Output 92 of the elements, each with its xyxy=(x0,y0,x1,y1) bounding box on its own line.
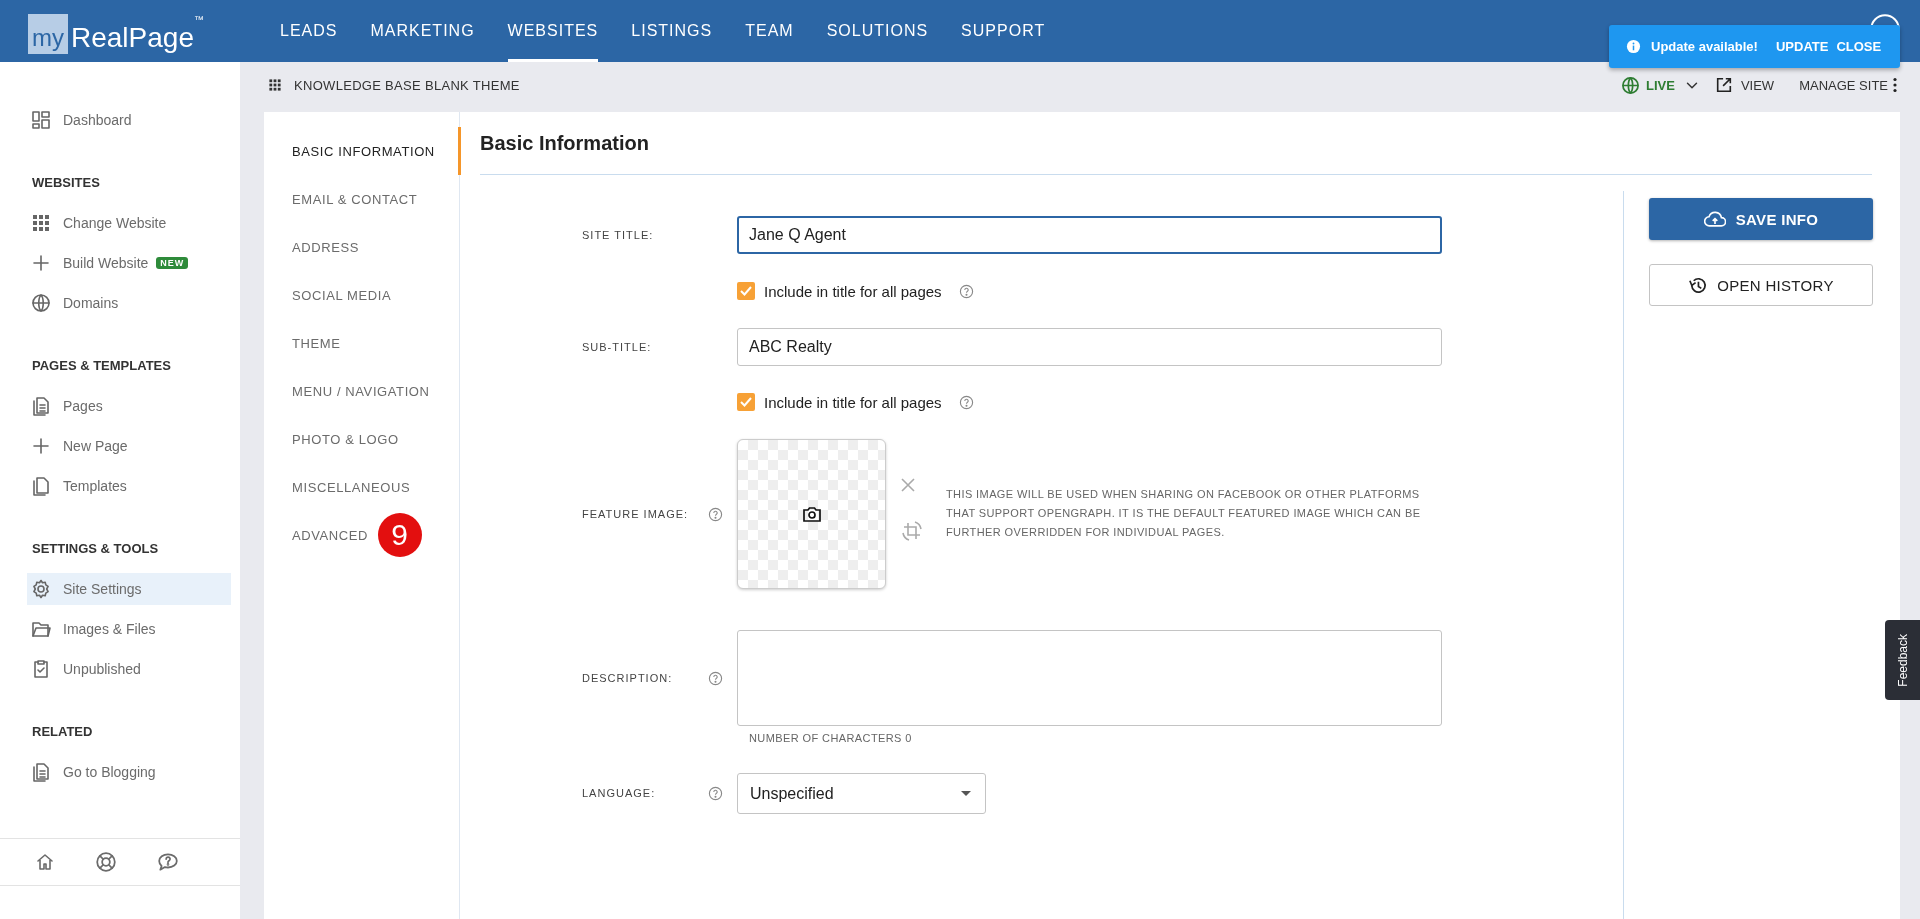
history-button[interactable]: OPEN HISTORY xyxy=(1649,264,1873,306)
grid-icon[interactable] xyxy=(268,78,282,92)
manage-site-menu[interactable]: MANAGE SITE xyxy=(1799,77,1888,93)
cloud-upload-icon xyxy=(1703,210,1726,228)
step-number-badge: 9 xyxy=(378,513,422,557)
help-icon[interactable] xyxy=(708,786,723,801)
sidebar-item[interactable]: Dashboard xyxy=(27,104,231,136)
chat-help-icon[interactable] xyxy=(157,851,179,873)
section-title: Basic Information xyxy=(480,112,1872,175)
nav-tab[interactable]: SOLUTIONS xyxy=(826,0,929,62)
checkbox-label: Include in title for all pages xyxy=(764,393,942,411)
info-icon xyxy=(1626,39,1641,54)
plus-icon xyxy=(31,436,51,456)
live-status[interactable]: LIVE xyxy=(1646,77,1675,93)
nav-tab[interactable]: TEAM xyxy=(745,0,794,62)
plus-icon xyxy=(31,253,51,273)
save-button[interactable]: SAVE INFO xyxy=(1649,198,1873,240)
notification-link[interactable]: CLOSE xyxy=(1836,39,1882,54)
sidebar-item[interactable]: Unpublished xyxy=(27,653,231,685)
clipboard-check-icon xyxy=(31,659,51,679)
notification-link[interactable]: UPDATE xyxy=(1775,39,1829,54)
home-icon[interactable] xyxy=(35,852,55,872)
section-heading: WEBSITES xyxy=(32,174,101,192)
trademark-mark: ™ xyxy=(194,14,204,25)
nav-tab[interactable]: WEBSITES xyxy=(507,0,599,62)
section-heading: PAGES & TEMPLATES xyxy=(32,357,172,375)
nav-tab[interactable]: LEADS xyxy=(280,0,338,62)
sidebar-item[interactable]: New Page xyxy=(27,430,231,462)
sidebar-item[interactable]: Pages xyxy=(27,390,231,422)
settings-nav-item[interactable]: MISCELLANEOUS xyxy=(264,463,461,511)
camera-icon xyxy=(801,504,822,524)
nav-tab[interactable]: LISTINGS xyxy=(631,0,713,62)
help-icon[interactable] xyxy=(708,506,723,522)
settings-nav-item[interactable]: ADDRESS xyxy=(264,223,461,271)
settings-nav-item[interactable]: PHOTO & LOGO xyxy=(264,415,461,463)
language-dropdown[interactable]: Unspecified xyxy=(737,773,986,814)
sidebar-item[interactable]: Images & Files xyxy=(27,613,231,645)
field-label: SUB-TITLE: xyxy=(582,339,653,355)
checkbox[interactable] xyxy=(737,282,755,300)
field-label: FEATURE IMAGE: xyxy=(582,506,690,522)
external-link-icon xyxy=(1714,76,1733,94)
crop-rotate-icon[interactable] xyxy=(900,519,924,543)
checkbox[interactable] xyxy=(737,393,755,411)
logo-text: my xyxy=(28,14,68,54)
section-heading: SETTINGS & TOOLS xyxy=(32,540,160,558)
help-icon[interactable] xyxy=(708,670,723,686)
field-label: LANGUAGE: xyxy=(582,786,657,801)
help-text: THIS IMAGE WILL BE USED WHEN SHARING ON FACEBOOK OR OTHER PLATFORMS THAT SUPPORT OPENGRAPH. IT IS THE DEFAULT FEATURED IMAGE WHICH CAN BE FURTHER OVERRIDDEN FOR INDIVIDUAL PAGES. xyxy=(946,487,1422,540)
help-icon[interactable] xyxy=(958,283,974,299)
sidebar-item[interactable]: Change Website xyxy=(27,207,231,239)
new-badge: NEW xyxy=(156,257,189,269)
settings-nav-item[interactable]: EMAIL & CONTACT xyxy=(264,175,461,223)
sidebar-item[interactable]: Go to Blogging xyxy=(27,756,231,788)
document-icon xyxy=(31,396,51,416)
grid-icon xyxy=(31,213,51,233)
text-field[interactable]: ABC Realty xyxy=(737,328,1442,366)
caret-down-icon xyxy=(961,791,971,796)
settings-nav-item[interactable]: THEME xyxy=(264,319,461,367)
help-icon[interactable] xyxy=(958,394,974,410)
more-vertical-icon[interactable] xyxy=(1892,77,1898,93)
dashboard-icon xyxy=(31,110,51,130)
sidebar-item[interactable]: Site Settings xyxy=(27,573,231,605)
settings-nav-item[interactable]: BASIC INFORMATION xyxy=(264,127,461,175)
settings-nav-item[interactable]: MENU / NAVIGATION xyxy=(264,367,461,415)
nav-tab[interactable]: MARKETING xyxy=(370,0,475,62)
character-count: NUMBER OF CHARACTERS 0 xyxy=(749,732,913,744)
notification-message: Update available! xyxy=(1651,39,1758,54)
nav-tab[interactable]: SUPPORT xyxy=(961,0,1046,62)
checkbox-label: Include in title for all pages xyxy=(764,282,942,300)
sidebar-item[interactable]: Build Website NEW xyxy=(27,247,231,279)
close-icon[interactable] xyxy=(900,477,916,493)
logo-text: RealPage xyxy=(70,22,194,55)
field-label: SITE TITLE: xyxy=(582,227,655,243)
lifebuoy-icon[interactable] xyxy=(95,851,117,873)
field-label: DESCRIPTION: xyxy=(582,670,674,686)
history-icon xyxy=(1688,275,1708,295)
settings-icon xyxy=(31,579,51,599)
settings-nav-item[interactable]: ADVANCED 9 xyxy=(264,511,461,559)
sidebar-item[interactable]: Templates xyxy=(27,470,231,502)
sidebar-item[interactable]: Domains xyxy=(27,287,231,319)
settings-nav-item[interactable]: SOCIAL MEDIA xyxy=(264,271,461,319)
document-icon xyxy=(31,762,51,782)
globe-icon xyxy=(1621,75,1640,95)
view-link[interactable]: VIEW xyxy=(1740,77,1775,93)
globe-icon xyxy=(31,293,51,313)
description-field[interactable] xyxy=(737,630,1442,726)
copy-icon xyxy=(31,476,51,496)
site-title: KNOWLEDGE BASE BLANK THEME xyxy=(294,77,520,93)
folder-icon xyxy=(31,619,51,639)
section-heading: RELATED xyxy=(32,723,94,741)
text-field[interactable]: Jane Q Agent xyxy=(737,216,1442,254)
feedback-tab[interactable]: Feedback xyxy=(1885,620,1920,700)
